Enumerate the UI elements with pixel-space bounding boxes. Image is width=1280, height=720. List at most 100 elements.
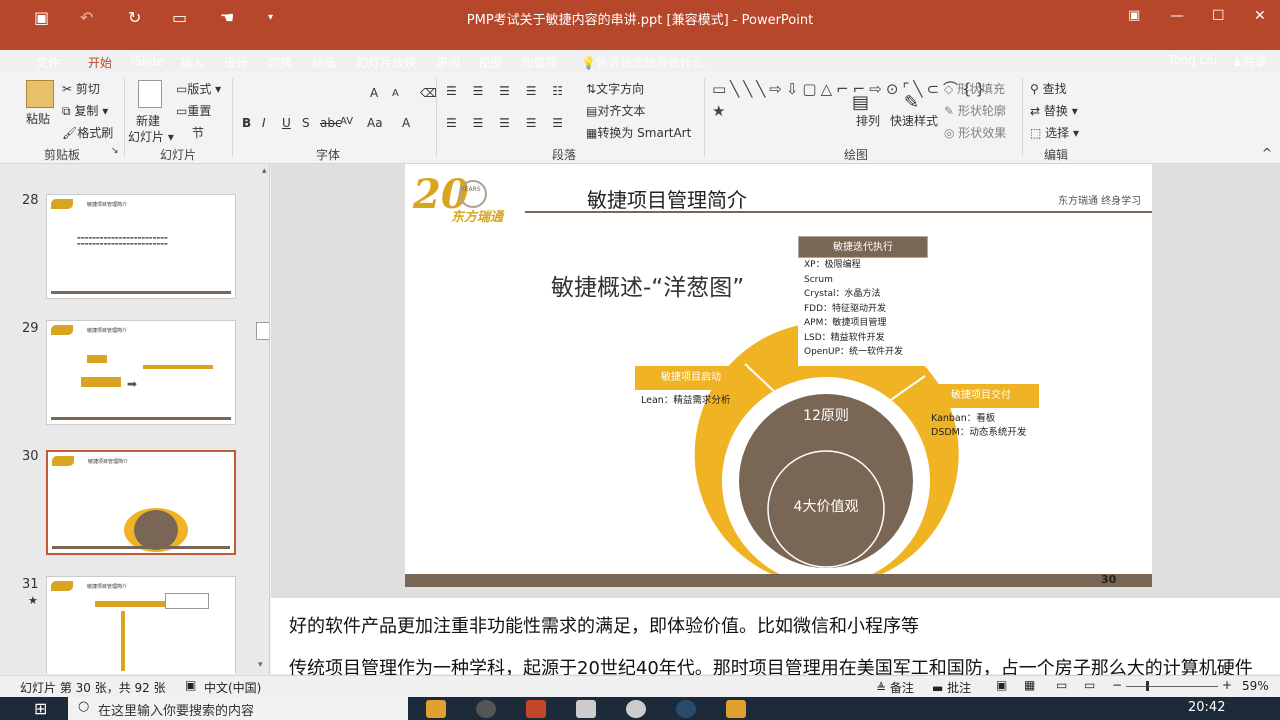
select-icon: ⬚ bbox=[1030, 126, 1042, 140]
underline-button[interactable]: U bbox=[282, 116, 291, 130]
cut-button[interactable]: ✂ 剪切 bbox=[62, 80, 100, 97]
app-icon[interactable] bbox=[576, 700, 596, 718]
scroll-down-icon[interactable]: ▾ bbox=[258, 660, 263, 670]
shape-fill-button[interactable]: ◇ 形状填充 bbox=[944, 80, 1005, 97]
char-spacing-button[interactable]: AV bbox=[340, 116, 353, 127]
scissors-icon: ✂ bbox=[62, 82, 73, 96]
align-text-button[interactable]: ▤对齐文本 bbox=[586, 102, 645, 119]
slide[interactable]: 20 YEARS 东方瑞通 敏捷项目管理简介 东方瑞通 终身学习 敏捷概述-“洋… bbox=[405, 164, 1152, 587]
arrange-button[interactable]: 排列 bbox=[856, 112, 880, 129]
slide-thumbnail-30[interactable]: 敏捷项目管理简介 bbox=[46, 450, 236, 555]
normal-view-icon[interactable]: ▣ bbox=[996, 678, 1007, 692]
list-buttons[interactable]: ☰ ☰ ☰ ☰ ☷ bbox=[446, 84, 569, 98]
scroll-up-icon[interactable]: ▴ bbox=[262, 166, 267, 176]
smartart-button[interactable]: ▦转换为 SmartArt bbox=[586, 124, 691, 141]
tab-transitions[interactable]: 切换 bbox=[262, 52, 298, 73]
layout-button[interactable]: ▭版式 ▾ bbox=[176, 80, 221, 97]
new-slide-button[interactable]: 幻灯片 ▾ bbox=[128, 128, 174, 145]
format-painter-button[interactable]: 🖌格式刷 bbox=[62, 124, 113, 141]
slide-thumbnail-28[interactable]: 敏捷项目管理简介 ▬▬▬▬▬▬▬▬▬▬▬▬▬▬▬▬▬▬▬▬▬▬▬▬ ▬▬▬▬▬▬… bbox=[46, 194, 236, 299]
zoom-out-icon[interactable]: − bbox=[1112, 678, 1122, 692]
tab-animations[interactable]: 动画 bbox=[306, 52, 342, 73]
find-button[interactable]: ⚲ 查找 bbox=[1030, 80, 1067, 97]
notes-toggle[interactable]: ≜ 备注 bbox=[876, 679, 914, 696]
quick-styles-icon[interactable]: ✎ bbox=[904, 92, 919, 113]
wechat-icon[interactable] bbox=[626, 700, 646, 718]
group-font: 字体 bbox=[316, 148, 341, 162]
tab-insert[interactable]: 插入 bbox=[174, 52, 210, 73]
powerpoint-icon[interactable] bbox=[526, 700, 546, 718]
tab-addins[interactable]: 加载项 bbox=[515, 52, 563, 73]
taskbar-search[interactable]: ○ 在这里输入你要搜索的内容 bbox=[68, 697, 408, 720]
zoom-in-icon[interactable]: + bbox=[1222, 678, 1232, 692]
reset-icon: ▭ bbox=[176, 104, 188, 118]
brush-icon: 🖌 bbox=[62, 126, 78, 140]
shadow-button[interactable]: S bbox=[302, 116, 310, 130]
language-indicator[interactable]: 中文(中国) bbox=[204, 679, 261, 696]
tab-view[interactable]: 视图 bbox=[472, 52, 508, 73]
reading-view-icon[interactable]: ▭ bbox=[1056, 678, 1067, 692]
spellcheck-icon[interactable]: ▣ bbox=[185, 678, 196, 692]
quick-styles-button[interactable]: 快速样式 bbox=[890, 112, 938, 129]
collapse-ribbon-icon[interactable]: ^ bbox=[1262, 146, 1272, 160]
slide-thumbnail-31[interactable]: 敏捷项目管理简介 bbox=[46, 576, 236, 674]
section-button[interactable]: 节 bbox=[192, 124, 204, 141]
thumb-arrow: ➡ bbox=[127, 377, 138, 391]
tab-design[interactable]: 设计 bbox=[218, 52, 254, 73]
close-icon[interactable]: ✕ bbox=[1254, 8, 1266, 24]
slideshow-view-icon[interactable]: ▭ bbox=[1084, 678, 1095, 692]
tab-islide[interactable]: iSlide bbox=[125, 52, 170, 70]
strike-button[interactable]: abc bbox=[320, 116, 342, 130]
zoom-slider-thumb[interactable] bbox=[1146, 681, 1149, 691]
thumb-title: 敏捷项目管理简介 bbox=[87, 202, 128, 208]
thumb-shape bbox=[95, 601, 165, 607]
select-button[interactable]: ⬚ 选择 ▾ bbox=[1030, 124, 1079, 141]
zoom-level[interactable]: 59% bbox=[1242, 679, 1269, 693]
copy-button[interactable]: ⧉ 复制 ▾ bbox=[62, 102, 108, 119]
scrollbar-thumb[interactable] bbox=[256, 322, 269, 340]
sorter-view-icon[interactable]: ▦ bbox=[1024, 678, 1035, 692]
tell-me-box[interactable]: 💡告诉我您想要做什么... bbox=[575, 52, 721, 73]
zoom-slider[interactable] bbox=[1126, 686, 1218, 687]
maximize-icon[interactable]: ☐ bbox=[1212, 8, 1225, 24]
list-item: Kanban：看板 bbox=[931, 413, 996, 424]
slide-thumbnail-29[interactable]: 敏捷项目管理简介 ➡ bbox=[46, 320, 236, 425]
shape-outline-button[interactable]: ✎ 形状轮廓 bbox=[944, 102, 1006, 119]
grow-font-button[interactable]: A bbox=[370, 86, 378, 100]
group-editing: 编辑 bbox=[1044, 148, 1069, 162]
file-explorer-icon[interactable] bbox=[426, 700, 446, 718]
folder-icon[interactable] bbox=[726, 700, 746, 718]
shapes-gallery[interactable]: ▭╲╲╲⇨⇩▢△⌐⌐⇨⊙⌜╲⊂⌒{}★ bbox=[712, 78, 985, 142]
notes-pane[interactable]: 好的软件产品更加注重非功能性需求的满足，即体验价值。比如微信和小程序等 传统项目… bbox=[271, 598, 1280, 679]
share-button[interactable]: ♟共享 bbox=[1232, 53, 1267, 70]
ribbon-display-icon[interactable]: ▣ bbox=[1128, 8, 1140, 23]
browser-icon[interactable] bbox=[676, 700, 696, 718]
paste-icon[interactable] bbox=[26, 80, 54, 108]
reset-button[interactable]: ▭重置 bbox=[176, 102, 211, 119]
change-case-button[interactable]: Aa bbox=[367, 116, 383, 130]
thumb-onion-core bbox=[134, 510, 178, 550]
bold-button[interactable]: B bbox=[242, 116, 251, 130]
thumb-shape bbox=[165, 593, 209, 609]
tab-file[interactable]: 文件 bbox=[30, 52, 66, 73]
new-slide-label[interactable]: 新建 bbox=[136, 112, 160, 129]
media-app-icon[interactable] bbox=[476, 700, 496, 718]
shrink-font-button[interactable]: A bbox=[392, 88, 399, 99]
windows-start-icon[interactable]: ⊞ bbox=[34, 699, 47, 718]
minimize-icon[interactable]: — bbox=[1170, 8, 1184, 24]
arrange-icon[interactable]: ▤ bbox=[852, 92, 869, 113]
italic-button[interactable]: I bbox=[262, 116, 266, 130]
tab-review[interactable]: 审阅 bbox=[430, 52, 466, 73]
user-name[interactable]: Tong Liu bbox=[1168, 53, 1217, 67]
shape-effects-button[interactable]: ◎ 形状效果 bbox=[944, 124, 1006, 141]
align-buttons[interactable]: ☰ ☰ ☰ ☰ ☰ bbox=[446, 116, 569, 130]
font-color-button[interactable]: A bbox=[402, 116, 410, 130]
tab-slideshow[interactable]: 幻灯片放映 bbox=[350, 52, 422, 73]
comments-toggle[interactable]: ▬ 批注 bbox=[932, 679, 971, 696]
paste-button[interactable]: 粘贴 bbox=[26, 110, 50, 127]
new-slide-icon[interactable] bbox=[138, 80, 162, 108]
dialog-launcher-icon[interactable]: ↘ bbox=[111, 146, 119, 156]
clear-format-icon[interactable]: ⌫ bbox=[420, 86, 437, 100]
replace-button[interactable]: ⇄ 替换 ▾ bbox=[1030, 102, 1078, 119]
text-direction-button[interactable]: ⇅文字方向 bbox=[586, 80, 644, 97]
